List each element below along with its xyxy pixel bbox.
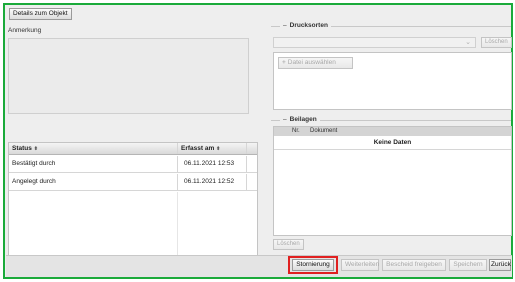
zurueck-button[interactable]: Zurück (489, 259, 511, 271)
window-frame: Details zum Objekt Anmerkung Status ⬍ Er… (3, 3, 513, 279)
plus-icon: + (282, 59, 286, 66)
column-header-status[interactable]: Status ⬍ (9, 143, 177, 154)
column-divider (246, 143, 247, 154)
stornierung-button[interactable]: Stornierung (292, 259, 334, 271)
column-divider (177, 174, 178, 190)
drucksorten-title: – Drucksorten (280, 22, 331, 29)
anmerkung-textarea[interactable] (8, 38, 249, 114)
column-divider (177, 156, 178, 172)
drucksorten-loeschen-button[interactable]: Löschen (481, 37, 512, 48)
datei-auswaehlen-label: Datei auswählen (287, 59, 336, 66)
speichern-button[interactable]: Speichern (449, 259, 487, 271)
status-table: Status ⬍ Erfasst am ⬍ Bestätigt durch 06… (8, 142, 258, 257)
erfasst-am-cell: 06.11.2021 12:52 (184, 178, 235, 185)
status-cell: Angelegt durch (12, 178, 56, 185)
chevron-down-icon: ⌄ (465, 39, 471, 46)
status-cell: Bestätigt durch (12, 160, 56, 167)
drucksorten-title-label: Drucksorten (289, 22, 328, 29)
collapse-icon[interactable]: – (283, 116, 287, 123)
column-header-status-label: Status (12, 145, 32, 152)
sort-icon: ⬍ (33, 146, 38, 152)
beilagen-table: Nr. Dokument Keine Daten (273, 126, 512, 236)
column-header-nr[interactable]: Nr. (292, 127, 300, 136)
table-row[interactable]: Bestätigt durch 06.11.2021 12:53 (9, 156, 257, 173)
drucksorten-upload-area: + Datei auswählen (273, 52, 512, 110)
status-table-header: Status ⬍ Erfasst am ⬍ (9, 143, 257, 155)
keine-daten-text: Keine Daten (373, 139, 412, 146)
beilagen-loeschen-button[interactable]: Löschen (273, 239, 304, 250)
drucksorten-select[interactable]: ⌄ (273, 37, 476, 48)
erfasst-am-cell: 06.11.2021 12:53 (184, 160, 235, 167)
column-divider (177, 192, 178, 256)
weiterleiten-button[interactable]: Weiterleiten (341, 259, 379, 271)
column-header-erfasst-am[interactable]: Erfasst am ⬍ (178, 143, 246, 154)
bescheid-freigeben-button[interactable]: Bescheid freigeben (382, 259, 446, 271)
beilagen-title: – Beilagen (280, 116, 320, 123)
sort-icon: ⬍ (216, 146, 221, 152)
beilagen-table-header: Nr. Dokument (274, 127, 511, 136)
column-header-dokument[interactable]: Dokument (310, 127, 337, 136)
anmerkung-label: Anmerkung (8, 27, 42, 34)
column-divider (246, 156, 247, 172)
datei-auswaehlen-button[interactable]: + Datei auswählen (278, 57, 353, 69)
beilagen-title-label: Beilagen (289, 116, 317, 123)
collapse-icon[interactable]: – (283, 22, 287, 29)
details-zum-objekt-button[interactable]: Details zum Objekt (9, 8, 72, 20)
table-row[interactable]: Angelegt durch 06.11.2021 12:52 (9, 174, 257, 191)
column-divider (246, 174, 247, 190)
beilagen-empty-row: Keine Daten (274, 136, 511, 150)
column-header-erfasst-am-label: Erfasst am (181, 145, 215, 152)
